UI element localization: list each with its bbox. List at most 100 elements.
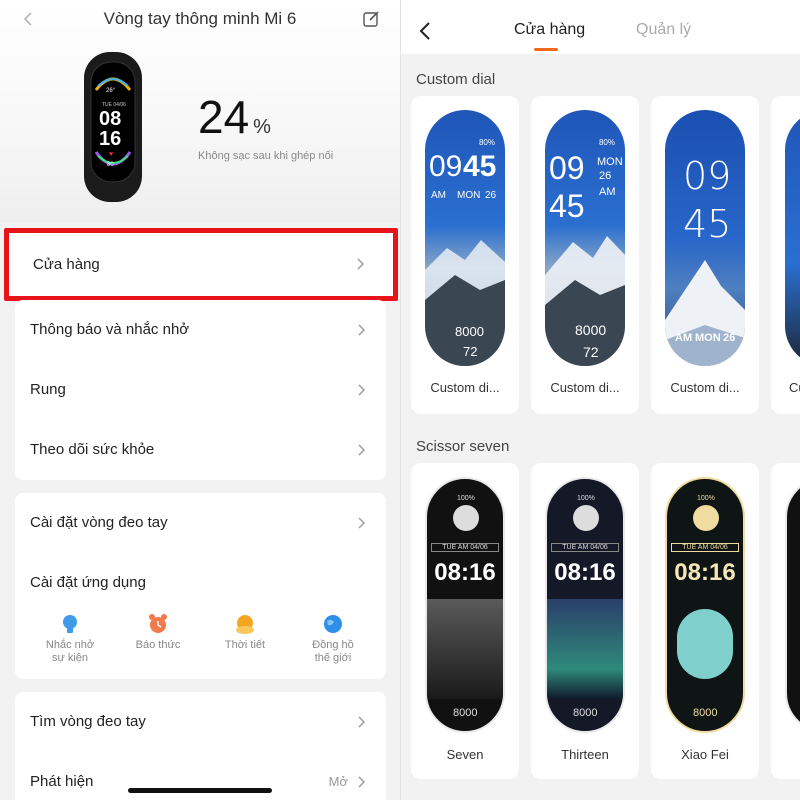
band-minute: 16 [99, 128, 122, 150]
character-avatar [573, 505, 599, 531]
store-menu-item[interactable]: Cửa hàng [4, 228, 398, 301]
dial-battery: 100% [577, 495, 595, 502]
home-indicator[interactable] [128, 788, 272, 793]
character-illustration [427, 599, 503, 699]
character-illustration [677, 609, 733, 679]
dial-ampm: AM [599, 186, 616, 198]
dial-card[interactable]: Cu [771, 96, 800, 414]
edit-icon[interactable] [362, 10, 380, 28]
dial-name: Thirteen [561, 747, 609, 762]
dial-date: TUE AM 04/06 [671, 543, 739, 552]
menu-item-find-band[interactable]: Tìm vòng đeo tay [15, 692, 386, 752]
chevron-right-icon [357, 258, 364, 270]
device-header: Vòng tay thông minh Mi 6 26° TUE 04/06 0… [0, 0, 400, 222]
dial-preview [785, 110, 800, 366]
chevron-right-icon [358, 517, 365, 529]
menu-item-vibration[interactable]: Rung [15, 360, 386, 420]
dial-hour: 09 [549, 150, 585, 186]
dial-name: Cu [789, 380, 800, 395]
dial-time: 08:16 [434, 559, 496, 586]
dial-steps: 8000 [693, 707, 718, 719]
page-title: Vòng tay thông minh Mi 6 [103, 9, 297, 28]
dial-card[interactable]: 80% 09 45 AM MON 26 8000 72 Custom di... [411, 96, 519, 414]
menu-item-label: Tìm vòng đeo tay [30, 713, 146, 730]
app-world-clock[interactable]: Đồng hồ thế giới [293, 613, 373, 665]
menu-item-label: Thông báo và nhắc nhở [30, 321, 190, 338]
dial-time: 08:16 [674, 559, 736, 586]
globe-icon [324, 615, 342, 633]
chevron-right-icon [358, 716, 365, 728]
menu-item-band-settings[interactable]: Cài đặt vòng đeo tay [15, 493, 386, 553]
app-label: thế giới [314, 652, 352, 664]
watch-face-store-panel: Cửa hàng Quản lý Custom dial 80% 09 45 A… [400, 0, 800, 800]
chevron-right-icon [358, 444, 365, 456]
dial-card[interactable]: 80% 09 MON 26 45 AM 8000 72 Custom di... [531, 96, 639, 414]
band-heart-icon: ♥ [109, 151, 114, 158]
dial-name: Custom di... [670, 380, 740, 395]
menu-group-settings: Cài đặt vòng đeo tay Cài đặt ứng dụng Nh… [15, 493, 386, 679]
dial-time: 08:16 [554, 559, 616, 586]
dial-preview: 80% 09 45 AM MON 26 8000 72 [425, 110, 505, 366]
dial-card[interactable]: 100% TUE AM 04/06 08:16 8000 Xiao Fei [651, 463, 759, 779]
character-avatar [693, 505, 719, 531]
dial-ampm: AM [431, 190, 446, 201]
discover-value: Mở [328, 774, 348, 789]
battery-value: 24 [198, 91, 250, 143]
menu-item-notifications[interactable]: Thông báo và nhắc nhở [15, 300, 386, 360]
app-label: Nhắc nhở [45, 639, 95, 651]
back-button[interactable] [419, 22, 431, 40]
store-header: Cửa hàng Quản lý [401, 0, 800, 54]
dial-steps: 8000 [455, 324, 484, 339]
chevron-right-icon [358, 384, 365, 396]
menu-item-label: Theo dõi sức khỏe [30, 441, 155, 458]
dial-preview: 100% TUE AM 04/06 08:16 8000 [425, 477, 505, 733]
battery-unit: % [253, 116, 271, 138]
tab-manage[interactable]: Quản lý [636, 21, 691, 39]
dial-steps: 8000 [453, 707, 478, 719]
active-tab-indicator [534, 48, 558, 51]
app-label: sự kiện [51, 652, 89, 664]
dial-name: Seven [446, 747, 484, 762]
dial-steps: 8000 [575, 322, 607, 338]
store-label: Cửa hàng [33, 256, 100, 273]
chevron-right-icon [358, 324, 365, 336]
dial-card[interactable]: 100% TUE AM 04/06 08:16 8000 Thirteen [531, 463, 639, 779]
dial-preview: 09 45 AM MON 26 [665, 110, 745, 366]
dial-heart: 72 [583, 344, 599, 360]
weather-icon [236, 615, 254, 634]
dial-card[interactable]: 100% TUE AM 04/06 08:16 8000 Seven [411, 463, 519, 779]
dial-battery: 80% [478, 138, 495, 147]
app-label: Đồng hồ [312, 639, 354, 651]
dial-date: 26 [723, 332, 736, 344]
dial-date: TUE AM 04/06 [431, 543, 499, 552]
dial-name: Custom di... [550, 380, 620, 395]
dial-steps: 8000 [573, 707, 598, 719]
dial-card[interactable]: 09 45 AM MON 26 Custom di... [651, 96, 759, 414]
app-event-reminder[interactable]: Nhắc nhở sự kiện [30, 613, 110, 665]
dial-preview: 80% 09 MON 26 45 AM 8000 72 [545, 110, 625, 366]
tab-store[interactable]: Cửa hàng [514, 21, 585, 39]
dial-day: MON [457, 190, 481, 201]
menu-item-health[interactable]: Theo dõi sức khỏe [15, 420, 386, 480]
app-alarm[interactable]: Báo thức [118, 613, 198, 652]
band-heart: 80 [107, 162, 114, 168]
app-weather[interactable]: Thời tiết [205, 613, 285, 652]
dial-date: TUE AM 04/06 [551, 543, 619, 552]
app-label: Thời tiết [224, 639, 266, 651]
dial-name: Xiao Fei [681, 747, 729, 762]
section-title-scissor-seven: Scissor seven [416, 438, 510, 455]
dial-preview [785, 477, 800, 733]
battery-level: 24% [198, 90, 271, 144]
dial-minute: 45 [683, 202, 732, 246]
band-temp: 26° [106, 88, 116, 94]
menu-item-app-settings: Cài đặt ứng dụng [15, 553, 386, 613]
dial-hour: 09 [429, 150, 463, 183]
band-image: 26° TUE 04/06 08 16 ♥ 80 [78, 52, 148, 202]
character-illustration [547, 599, 623, 699]
bulb-icon [63, 615, 77, 633]
dial-day: MON [695, 332, 721, 344]
dial-card[interactable] [771, 463, 800, 779]
battery-note: Không sạc sau khi ghép nối [198, 150, 334, 162]
dial-ampm: AM [675, 332, 693, 344]
dial-date: 26 [599, 170, 612, 182]
